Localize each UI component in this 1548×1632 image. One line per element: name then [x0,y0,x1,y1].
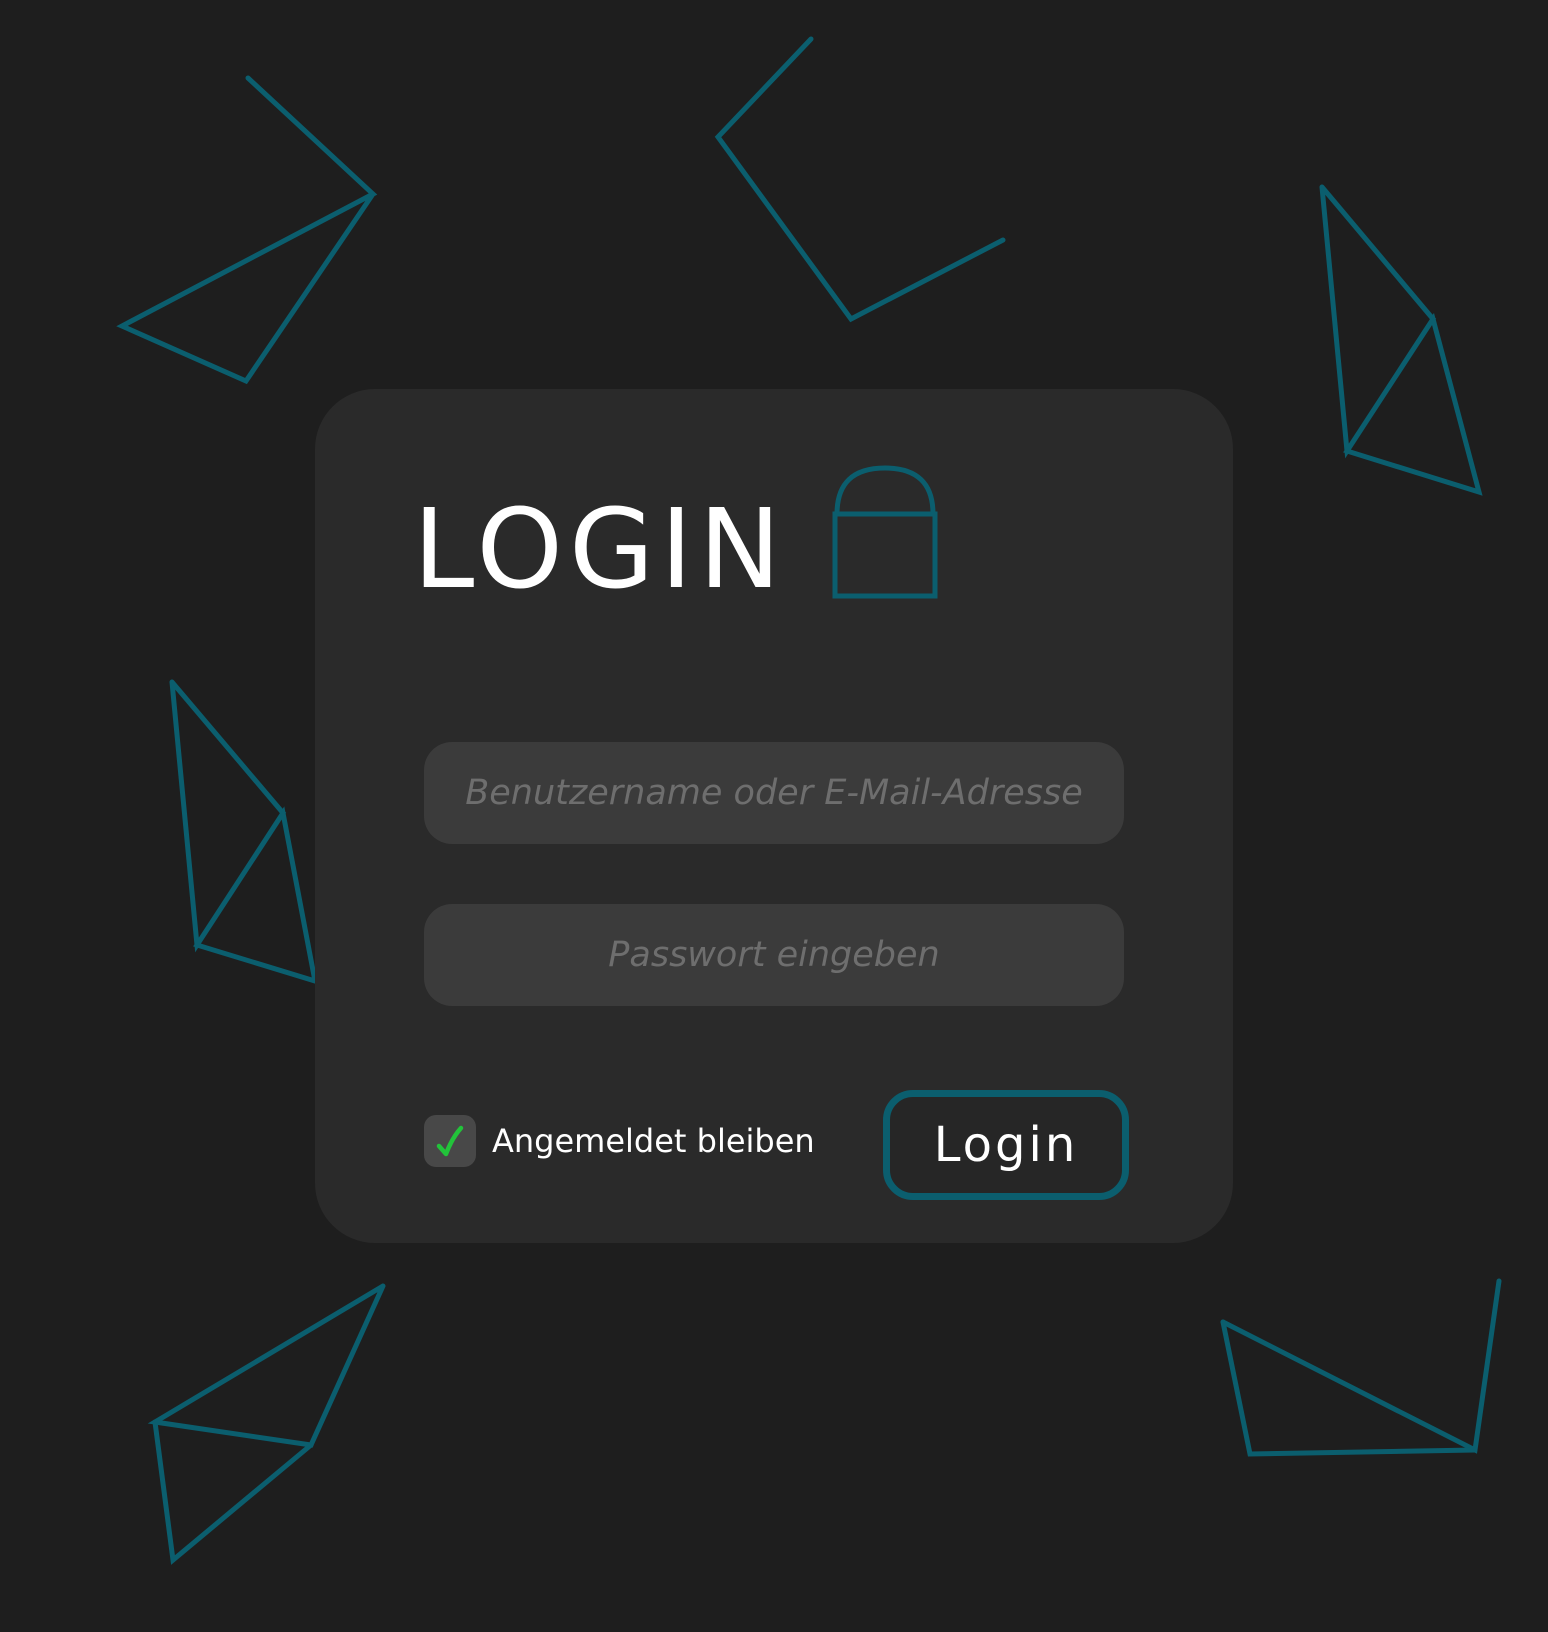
login-card: LOGIN Angemeldet bleiben Login [315,389,1233,1243]
checkmark-icon [436,1125,464,1157]
login-title: LOGIN [413,485,787,613]
lock-shackle [834,465,936,515]
lock-body [832,511,938,599]
password-field [424,904,1124,1006]
decorative-triangle-top-left [116,75,378,385]
lock-icon [832,465,938,599]
decorative-triangle-top-center [714,36,1006,323]
decorative-triangle-mid-left [169,679,319,985]
decorative-triangle-top-right [1319,184,1483,496]
username-field [424,742,1124,844]
decorative-triangle-bottom-right [1220,1278,1502,1454]
remember-me-label: Angemeldet bleiben [492,1122,815,1160]
login-button[interactable]: Login [883,1090,1129,1200]
username-input[interactable] [424,742,1124,844]
decorative-triangle-bottom-left [147,1283,386,1448]
password-input[interactable] [424,904,1124,1006]
remember-me[interactable]: Angemeldet bleiben [424,1114,815,1168]
remember-me-checkbox[interactable] [424,1115,476,1167]
